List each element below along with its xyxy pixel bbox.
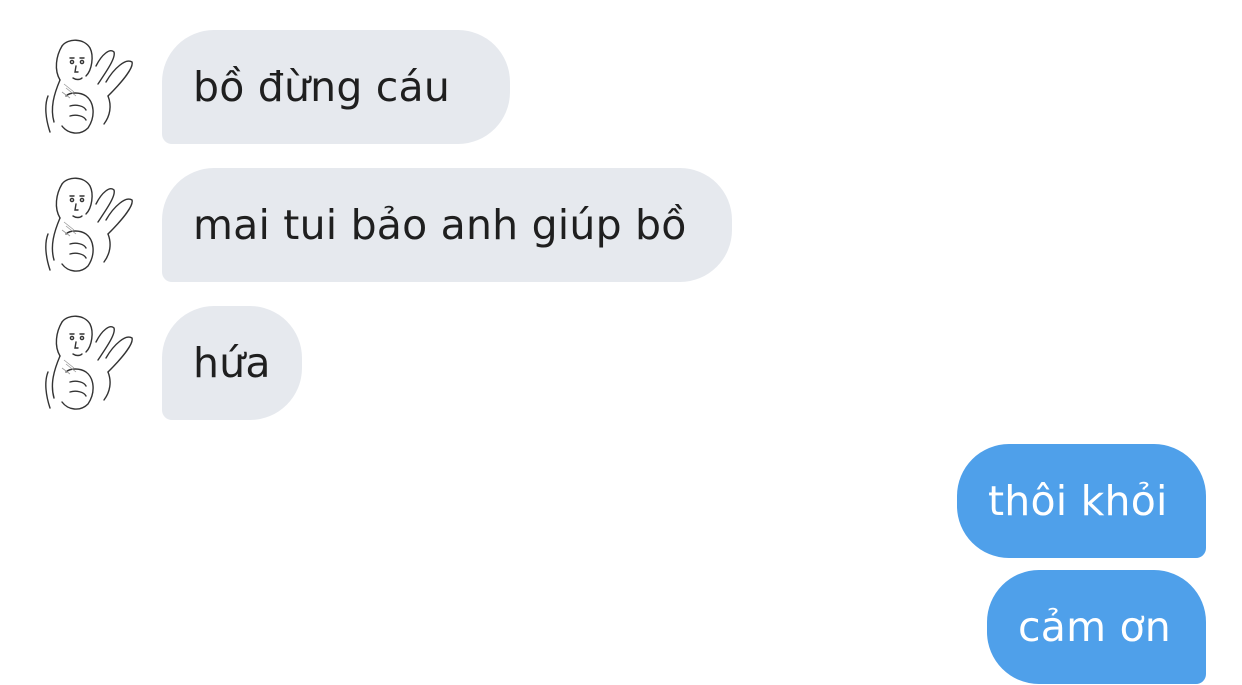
message-text: hứa bbox=[193, 339, 271, 387]
meme-peace-sign-face-icon bbox=[45, 39, 133, 134]
outgoing-message-bubble[interactable]: cảm ơn bbox=[987, 570, 1206, 684]
message-text: bồ đừng cáu bbox=[193, 63, 451, 111]
contact-avatar[interactable] bbox=[40, 312, 142, 416]
message-text: thôi khỏi bbox=[988, 477, 1168, 525]
contact-avatar[interactable] bbox=[40, 174, 142, 278]
incoming-message-bubble[interactable]: bồ đừng cáu bbox=[162, 30, 510, 144]
meme-peace-sign-face-icon bbox=[45, 315, 133, 410]
outgoing-message-bubble[interactable]: thôi khỏi bbox=[957, 444, 1206, 558]
incoming-message-bubble[interactable]: hứa bbox=[162, 306, 302, 420]
incoming-message-bubble[interactable]: mai tui bảo anh giúp bồ bbox=[162, 168, 732, 282]
meme-peace-sign-face-icon bbox=[45, 177, 133, 272]
message-text: mai tui bảo anh giúp bồ bbox=[193, 201, 687, 249]
message-text: cảm ơn bbox=[1018, 603, 1171, 651]
contact-avatar[interactable] bbox=[40, 36, 142, 140]
